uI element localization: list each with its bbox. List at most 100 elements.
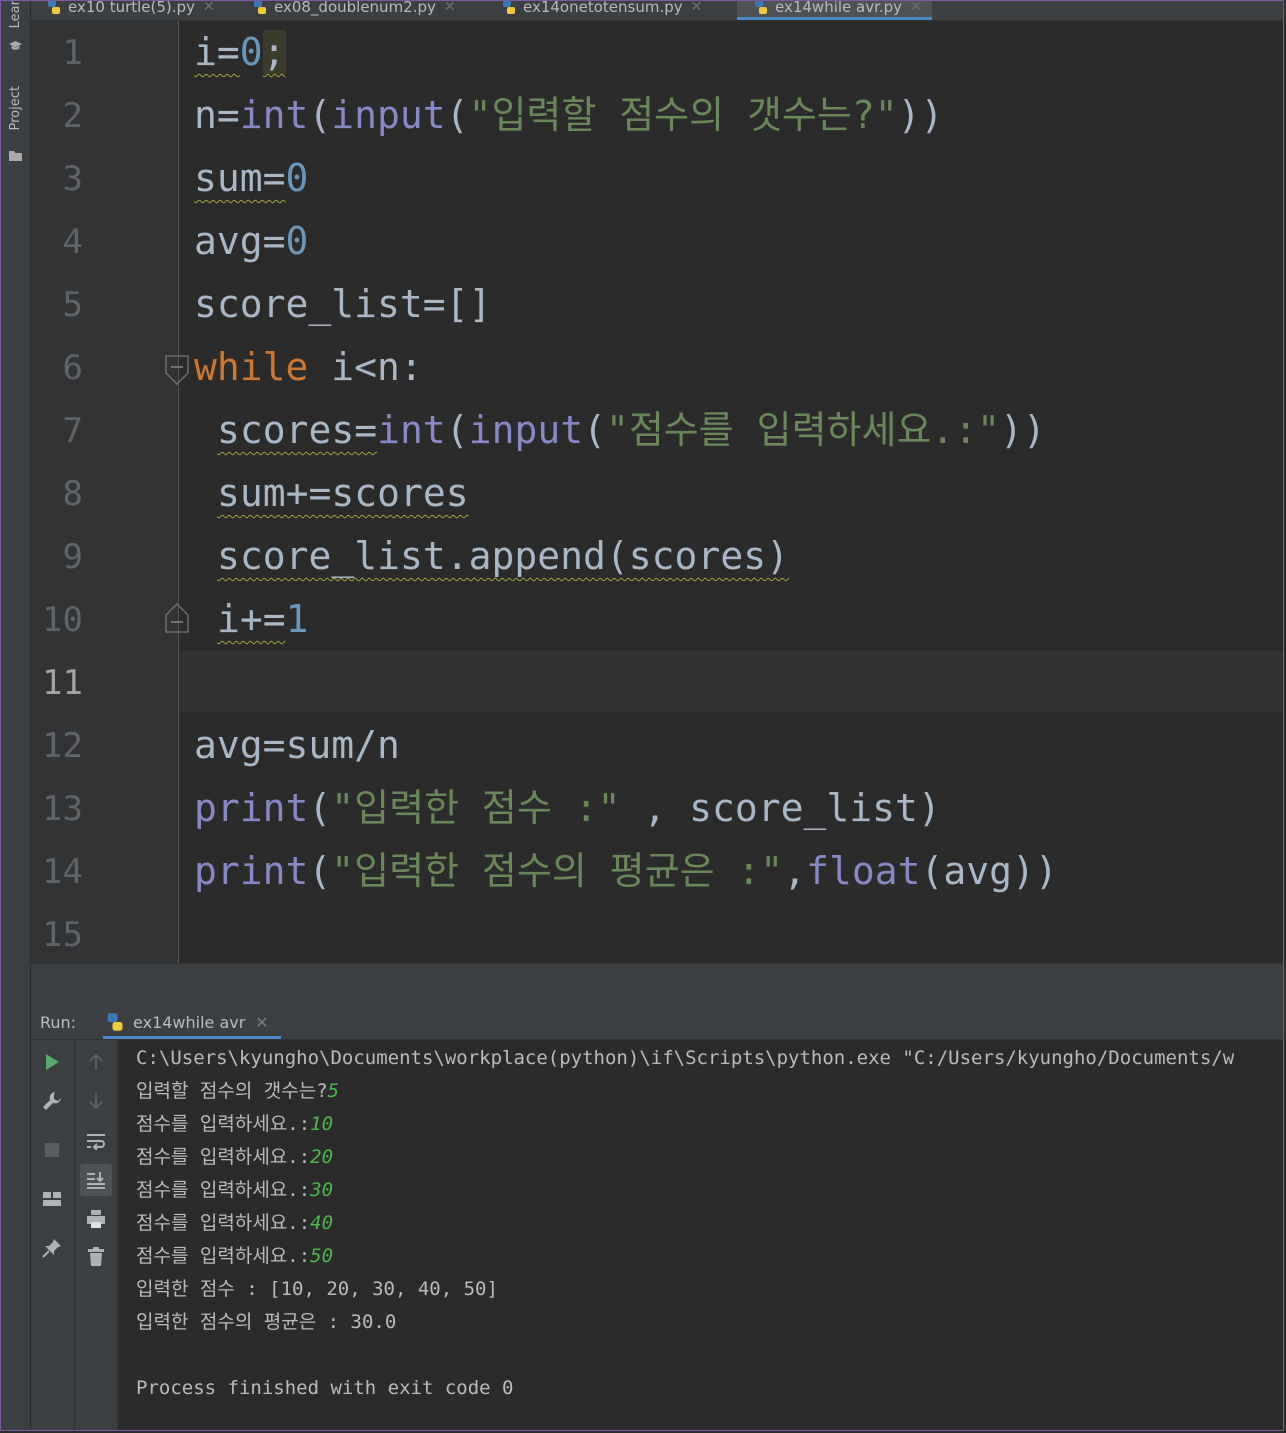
left-tool-strip: Lear Project <box>1 0 31 1431</box>
code-line-2: n=int(input("입력할 점수의 갯수는?")) <box>194 93 944 137</box>
line-number: 13 <box>42 789 83 829</box>
console-line: 점수를 입력하세요.:30 <box>136 1179 334 1201</box>
project-tool-label: Project <box>8 86 23 131</box>
graduation-cap-icon <box>9 41 22 50</box>
tab-ex08-doublenum2[interactable]: ex08_doublenum2.py ✕ <box>252 0 456 20</box>
close-icon[interactable]: ✕ <box>910 0 922 15</box>
console-line: 점수를 입력하세요.:20 <box>136 1146 334 1168</box>
stop-button[interactable] <box>36 1134 68 1166</box>
run-toolbar-primary <box>31 1040 75 1431</box>
python-file-icon <box>753 0 769 15</box>
line-number: 7 <box>62 411 83 451</box>
tab-label: ex08_doublenum2.py <box>274 0 436 16</box>
console-result-list: 입력한 점수 : [10, 20, 30, 40, 50] <box>136 1278 498 1300</box>
code-line-10: i+=1 <box>217 597 309 641</box>
code-line-14: print("입력한 점수의 평균은 :",float(avg)) <box>194 849 1058 893</box>
user-input-value: 20 <box>310 1146 334 1168</box>
pin-tab-button[interactable] <box>36 1232 68 1264</box>
code-line-7: scores=int(input("점수를 입력하세요.:")) <box>217 408 1046 452</box>
tab-ex14onetotensum[interactable]: ex14onetotensum.py ✕ <box>501 0 702 20</box>
scroll-up-button[interactable] <box>80 1046 112 1078</box>
project-tool-tab[interactable]: Project <box>1 86 30 166</box>
line-number: 2 <box>62 96 83 136</box>
code-line-1: i=0; <box>194 30 286 74</box>
run-tab-label: ex14while avr <box>133 1012 246 1032</box>
code-line-9: score_list.append(scores) <box>217 534 789 578</box>
user-input-value: 40 <box>310 1212 334 1234</box>
line-number: 8 <box>62 474 83 514</box>
scroll-down-button[interactable] <box>80 1085 112 1117</box>
play-icon <box>46 1054 59 1070</box>
code-line-13: print("입력한 점수 :" , score_list) <box>194 786 941 830</box>
run-tab[interactable]: ex14while avr ✕ <box>103 1005 281 1039</box>
run-label: Run: <box>40 1013 77 1032</box>
layout-icon <box>43 1192 61 1206</box>
code-line-12: avg=sum/n <box>194 723 400 767</box>
code-line-8: sum+=scores <box>217 471 469 515</box>
line-number: 14 <box>42 852 83 892</box>
console-line: 입력할 점수의 갯수는?5 <box>136 1080 340 1102</box>
close-icon[interactable]: ✕ <box>203 0 215 15</box>
pin-icon <box>42 1239 61 1258</box>
user-input-value: 50 <box>310 1245 334 1267</box>
close-icon[interactable]: ✕ <box>444 0 456 15</box>
editor-tab-bar: ex10 turtle(5).py ✕ ex08_doublenum2.py ✕… <box>31 0 1284 21</box>
user-input-value: 30 <box>310 1179 334 1201</box>
run-console-output[interactable]: C:\Users\kyungho\Documents\workplace(pyt… <box>118 1040 1284 1431</box>
code-line-5: score_list=[] <box>194 282 492 326</box>
trash-icon <box>88 1247 104 1266</box>
panel-divider[interactable] <box>31 963 1284 1000</box>
fold-open-icon[interactable] <box>165 355 189 385</box>
tab-label: ex14while avr.py <box>775 0 903 16</box>
run-panel-header: Run: ex14while avr ✕ <box>31 999 1284 1040</box>
line-number: 6 <box>62 348 83 388</box>
line-number: 12 <box>42 726 83 766</box>
close-icon[interactable]: ✕ <box>255 1013 268 1032</box>
arrow-down-icon <box>89 1093 103 1110</box>
console-line: 점수를 입력하세요.:10 <box>136 1113 334 1135</box>
code-line-3: sum=0 <box>194 156 309 200</box>
run-toolbar-secondary <box>75 1040 118 1431</box>
line-number: 15 <box>42 915 83 955</box>
close-icon[interactable]: ✕ <box>691 0 703 15</box>
line-number: 3 <box>62 159 83 199</box>
python-file-icon <box>252 0 268 15</box>
soft-wrap-button[interactable] <box>80 1125 112 1157</box>
wrench-icon <box>43 1092 61 1110</box>
scroll-to-end-icon <box>87 1172 105 1189</box>
tab-ex14while-avr[interactable]: ex14while avr.py ✕ <box>737 0 932 20</box>
line-number: 10 <box>42 600 83 640</box>
console-exit-message: Process finished with exit code 0 <box>136 1377 514 1399</box>
folder-icon <box>9 151 22 161</box>
tab-ex10-turtle[interactable]: ex10 turtle(5).py ✕ <box>46 0 215 20</box>
python-file-icon <box>105 1012 125 1032</box>
python-file-icon <box>46 0 62 15</box>
fold-end-icon[interactable] <box>165 603 189 633</box>
stop-icon <box>45 1143 59 1157</box>
scroll-to-end-button[interactable] <box>80 1164 112 1196</box>
line-number: 1 <box>62 33 83 73</box>
arrow-up-icon <box>89 1053 103 1070</box>
printer-icon <box>87 1210 105 1228</box>
console-line: 점수를 입력하세요.:50 <box>136 1245 334 1267</box>
code-line-6: while i<n: <box>194 345 423 389</box>
user-input-value: 5 <box>327 1080 340 1102</box>
line-number: 9 <box>62 537 83 577</box>
line-number: 5 <box>62 285 83 325</box>
python-file-icon <box>501 0 517 15</box>
learn-tool-label: Lear <box>8 0 23 29</box>
tab-label: ex10 turtle(5).py <box>68 0 195 16</box>
code-line-4: avg=0 <box>194 219 309 263</box>
rerun-button[interactable] <box>36 1046 68 1078</box>
clear-all-button[interactable] <box>80 1241 112 1273</box>
soft-wrap-icon <box>87 1134 105 1150</box>
print-button[interactable] <box>80 1203 112 1235</box>
modify-run-config-button[interactable] <box>36 1085 68 1117</box>
tab-label: ex14onetotensum.py <box>523 0 683 16</box>
learn-tool-tab[interactable]: Lear <box>1 0 30 60</box>
console-command-line: C:\Users\kyungho\Documents\workplace(pyt… <box>136 1047 1235 1069</box>
user-input-value: 10 <box>310 1113 334 1135</box>
line-number-current: 11 <box>42 663 83 703</box>
code-editor[interactable]: 1 2 3 4 5 6 7 8 9 10 11 12 13 14 15 i=0;… <box>31 21 1284 963</box>
restore-layout-button[interactable] <box>36 1183 68 1215</box>
